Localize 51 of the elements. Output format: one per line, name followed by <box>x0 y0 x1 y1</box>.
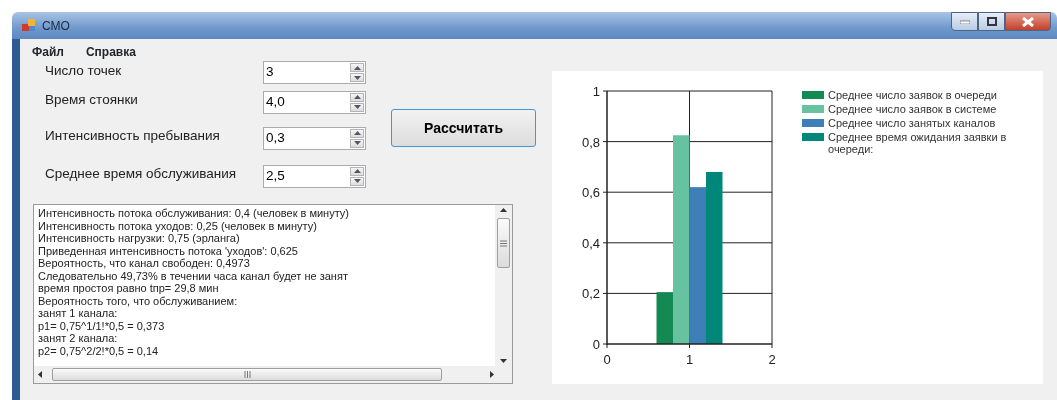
up-arrow-icon <box>500 208 507 212</box>
output-line: Следовательно 49,73% в течении часа канал будет не занят <box>38 269 349 282</box>
legend-label: Среднее число заявок в очереди <box>828 89 997 101</box>
output-line: p1= 0,75^1/1!*0,5 = 0,373 <box>38 319 166 332</box>
field-label: Интенсивность пребывания <box>45 127 221 146</box>
output-line: Интенсивность нагрузки: 0,75 (эрланга) <box>38 232 241 245</box>
legend-label: Среднее число занятых каналов <box>828 117 996 129</box>
output-line: Интенсивность потока обслуживания: 0,4 (человек в минуту) <box>38 207 351 220</box>
horizontal-scrollbar[interactable] <box>34 366 512 383</box>
maximize-icon <box>986 17 997 26</box>
field-label: Число точек <box>45 61 123 80</box>
close-icon <box>1022 16 1034 27</box>
output-line: занят 1 канала: <box>38 307 119 320</box>
grip-icon <box>243 371 251 378</box>
y-tick-label: 0,4 <box>581 235 600 251</box>
y-tick-label: 0,6 <box>581 185 600 201</box>
x-tick-label: 1 <box>685 352 694 367</box>
output-line: Приведенная интенсивность потока 'уходов': 0,625 <box>38 244 299 257</box>
y-tick-label: 0,8 <box>581 134 600 150</box>
menu-item[interactable]: Справка <box>85 43 136 61</box>
y-tick-label: 0 <box>592 337 600 352</box>
y-tick-label: 0,2 <box>581 286 600 302</box>
legend-label: Среднее число заявок в системе <box>828 103 997 115</box>
y-tick-label: 1 <box>592 84 600 99</box>
output-textbox[interactable] <box>33 204 513 384</box>
minimize-button[interactable] <box>951 12 978 31</box>
x-tick-label: 0 <box>603 352 611 367</box>
maximize-button[interactable] <box>978 12 1005 31</box>
output-line: p2= 0,75^2/2!*0,5 = 0,14 <box>38 344 160 357</box>
right-arrow-icon <box>490 371 494 378</box>
left-arrow-icon <box>38 371 42 378</box>
calculate-button[interactable]: Рассчитать <box>391 109 536 147</box>
x-tick-label: 2 <box>768 352 776 367</box>
output-line: время простоя равно tпр= 29,8 мин <box>38 282 220 295</box>
field-label: Среднее время обслуживания <box>45 165 238 184</box>
menu-item[interactable]: Файл <box>32 43 64 61</box>
close-button[interactable] <box>1005 12 1051 31</box>
output-line: занят 2 канала: <box>38 332 119 345</box>
legend-label: Среднее время ожидания заявки в очереди: <box>828 131 1008 155</box>
scrollbar-thumb[interactable] <box>52 368 442 381</box>
down-arrow-icon <box>500 359 507 363</box>
scrollbar-thumb[interactable] <box>497 218 510 268</box>
minimize-icon <box>959 19 970 24</box>
grip-icon <box>500 239 507 247</box>
output-line: Вероятность, что канал свободен: 0,4973 <box>38 257 251 270</box>
app-icon <box>22 19 36 32</box>
output-line: Вероятность того, что обслуживанием: <box>38 294 239 307</box>
window-title: СМО <box>42 17 70 35</box>
field-label: Время стоянки <box>45 91 139 110</box>
vertical-scrollbar[interactable] <box>495 205 512 366</box>
output-line: Интенсивность потока уходов: 0,25 (человек в минуту) <box>38 219 318 232</box>
